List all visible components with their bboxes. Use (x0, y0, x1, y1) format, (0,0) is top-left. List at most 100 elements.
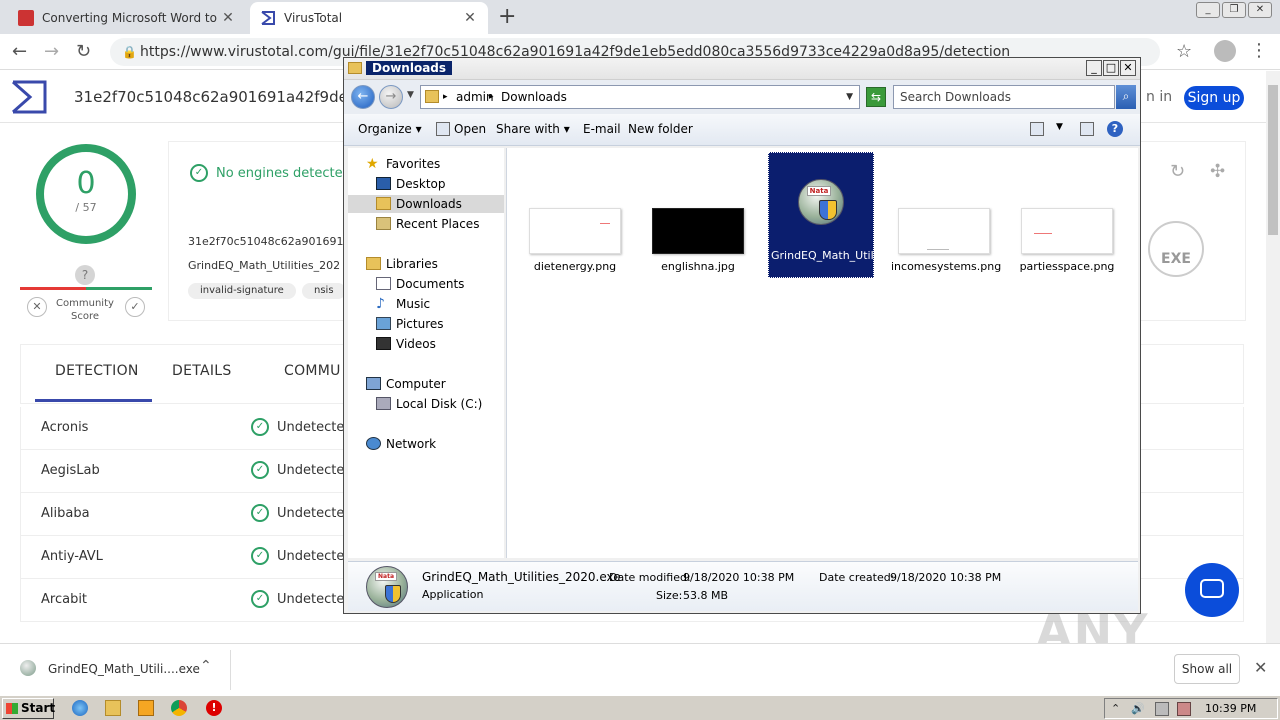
view-icon[interactable] (1030, 122, 1044, 136)
open-button[interactable]: Open (454, 122, 486, 136)
nav-computer[interactable]: Computer (348, 375, 504, 393)
graph-icon[interactable]: ✣ (1210, 161, 1225, 182)
close-button[interactable]: ✕ (1120, 60, 1136, 76)
check-circle-icon: ✓ (251, 461, 269, 479)
help-icon[interactable]: ? (1107, 121, 1123, 137)
refresh-button[interactable]: ⇆ (866, 87, 886, 107)
chevron-down-icon[interactable]: ▼ (407, 90, 414, 100)
volume-icon[interactable]: 🔊 (1131, 702, 1145, 716)
sign-up-button[interactable]: Sign up (1184, 86, 1244, 110)
file-item-selected[interactable]: Nata GrindEQ_Math_Utilities_2020.exe (768, 152, 953, 278)
forward-arrow-icon[interactable]: → (44, 41, 59, 62)
size-value: 53.8 MB (683, 589, 729, 602)
back-button[interactable]: ← (351, 85, 375, 109)
vote-up-icon[interactable]: ✓ (125, 297, 145, 317)
tab-details[interactable]: DETAILS (172, 363, 232, 379)
bookmark-star-icon[interactable]: ☆ (1176, 41, 1192, 62)
check-circle-icon: ✓ (251, 418, 269, 436)
nav-desktop[interactable]: Desktop (348, 175, 504, 193)
start-button[interactable]: Start (2, 698, 55, 719)
explorer-folder-icon[interactable] (105, 700, 121, 716)
search-icon[interactable]: ⌕ (1116, 85, 1136, 109)
network-tray-icon[interactable] (1155, 702, 1169, 716)
organize-button[interactable]: Organize ▾ (358, 122, 422, 136)
new-tab-button[interactable]: + (498, 4, 516, 29)
chevron-right-icon[interactable]: ▸ (443, 86, 448, 108)
tab-title: Converting Microsoft Word to LaTeX (42, 11, 220, 25)
file-item[interactable]: partiesspace.png (1014, 208, 1120, 273)
check-circle-icon: ✓ (251, 504, 269, 522)
minimize-button[interactable]: _ (1196, 2, 1220, 18)
breadcrumb-item[interactable]: Downloads (501, 86, 567, 108)
maximize-button[interactable]: □ (1103, 60, 1119, 76)
close-icon[interactable]: ✕ (220, 10, 236, 26)
nav-network[interactable]: Network (348, 435, 504, 453)
breadcrumb[interactable]: ▸ admin ▸ Downloads ▼ (420, 85, 860, 109)
chevron-right-icon[interactable]: ▸ (489, 86, 494, 108)
minimize-button[interactable]: _ (1086, 60, 1102, 76)
show-hidden-icons[interactable]: ⌃ (1111, 702, 1125, 716)
nav-local-disk[interactable]: Local Disk (C:) (348, 395, 504, 413)
tab-virustotal[interactable]: VirusTotal ✕ (250, 2, 488, 34)
preview-pane-icon[interactable] (1080, 122, 1094, 136)
check-circle-icon: ✓ (190, 164, 208, 182)
reload-icon[interactable]: ↻ (76, 41, 91, 62)
image-thumbnail (652, 208, 744, 254)
nav-videos[interactable]: Videos (348, 335, 504, 353)
nav-libraries[interactable]: Libraries (348, 255, 504, 273)
file-item[interactable]: englishna.jpg (645, 208, 751, 273)
music-icon: ♪ (376, 296, 385, 312)
back-arrow-icon[interactable]: ← (12, 41, 27, 62)
close-icon[interactable]: ✕ (462, 10, 478, 26)
window-title: Downloads (366, 61, 453, 75)
virustotal-logo-icon[interactable] (10, 79, 48, 115)
scrollbar-thumb[interactable] (1268, 85, 1278, 235)
forward-button[interactable]: → (379, 85, 403, 109)
nav-recent-places[interactable]: Recent Places (348, 215, 504, 233)
tag-badge[interactable]: invalid-signature (188, 283, 296, 299)
chrome-icon[interactable] (171, 700, 187, 716)
app-brand-label: Nata (375, 572, 397, 581)
tag-badge[interactable]: nsis (302, 283, 346, 299)
profile-avatar[interactable] (1214, 40, 1236, 62)
reanalyze-icon[interactable]: ↻ (1170, 161, 1185, 182)
nav-pictures[interactable]: Pictures (348, 315, 504, 333)
explorer-titlebar[interactable]: Downloads _ □ ✕ (344, 58, 1140, 80)
chevron-down-icon[interactable]: ▼ (846, 86, 853, 108)
sign-in-link[interactable]: n in (1146, 89, 1172, 105)
open-icon (436, 122, 450, 136)
close-window-button[interactable]: ✕ (1248, 2, 1272, 18)
file-item[interactable]: incomesystems.png (891, 208, 1001, 273)
file-item[interactable]: dietenergy.png (522, 208, 628, 273)
tab-converting-word[interactable]: Converting Microsoft Word to LaTeX ✕ (8, 2, 246, 34)
email-button[interactable]: E-mail (583, 122, 621, 136)
result-text: Undetected (277, 548, 353, 564)
internet-explorer-icon[interactable] (72, 700, 88, 716)
tab-community[interactable]: COMMU (284, 363, 341, 379)
clock[interactable]: 10:39 PM (1205, 702, 1256, 715)
date-created-value: 9/18/2020 10:38 PM (890, 571, 1002, 584)
download-item[interactable]: GrindEQ_Math_Utili....exe (48, 662, 200, 676)
action-center-icon[interactable] (1177, 702, 1191, 716)
page-scrollbar[interactable] (1266, 71, 1280, 643)
menu-kebab-icon[interactable]: ⋮ (1250, 40, 1268, 61)
warning-app-icon[interactable]: ! (206, 700, 222, 716)
media-player-icon[interactable] (138, 700, 154, 716)
close-shelf-icon[interactable]: ✕ (1254, 658, 1267, 677)
show-all-button[interactable]: Show all (1174, 654, 1240, 684)
search-input[interactable]: Search Downloads (893, 85, 1115, 109)
tab-detection[interactable]: DETECTION (55, 363, 139, 379)
system-tray: ⌃ 🔊 10:39 PM (1104, 698, 1278, 719)
chevron-up-icon[interactable]: ⌃ (200, 658, 212, 674)
engine-result: ✓ Undetected (251, 461, 353, 479)
nav-favorites[interactable]: ★ Favorites (348, 155, 504, 173)
nav-music[interactable]: ♪ Music (348, 295, 504, 313)
nav-documents[interactable]: Documents (348, 275, 504, 293)
new-folder-button[interactable]: New folder (628, 122, 693, 136)
share-with-button[interactable]: Share with ▾ (496, 122, 570, 136)
nav-downloads[interactable]: Downloads (348, 195, 504, 213)
restore-button[interactable]: ❐ (1222, 2, 1246, 18)
chevron-down-icon[interactable]: ▼ (1056, 122, 1063, 132)
vote-down-icon[interactable]: ✕ (27, 297, 47, 317)
breadcrumb-item[interactable]: admin (456, 86, 494, 108)
